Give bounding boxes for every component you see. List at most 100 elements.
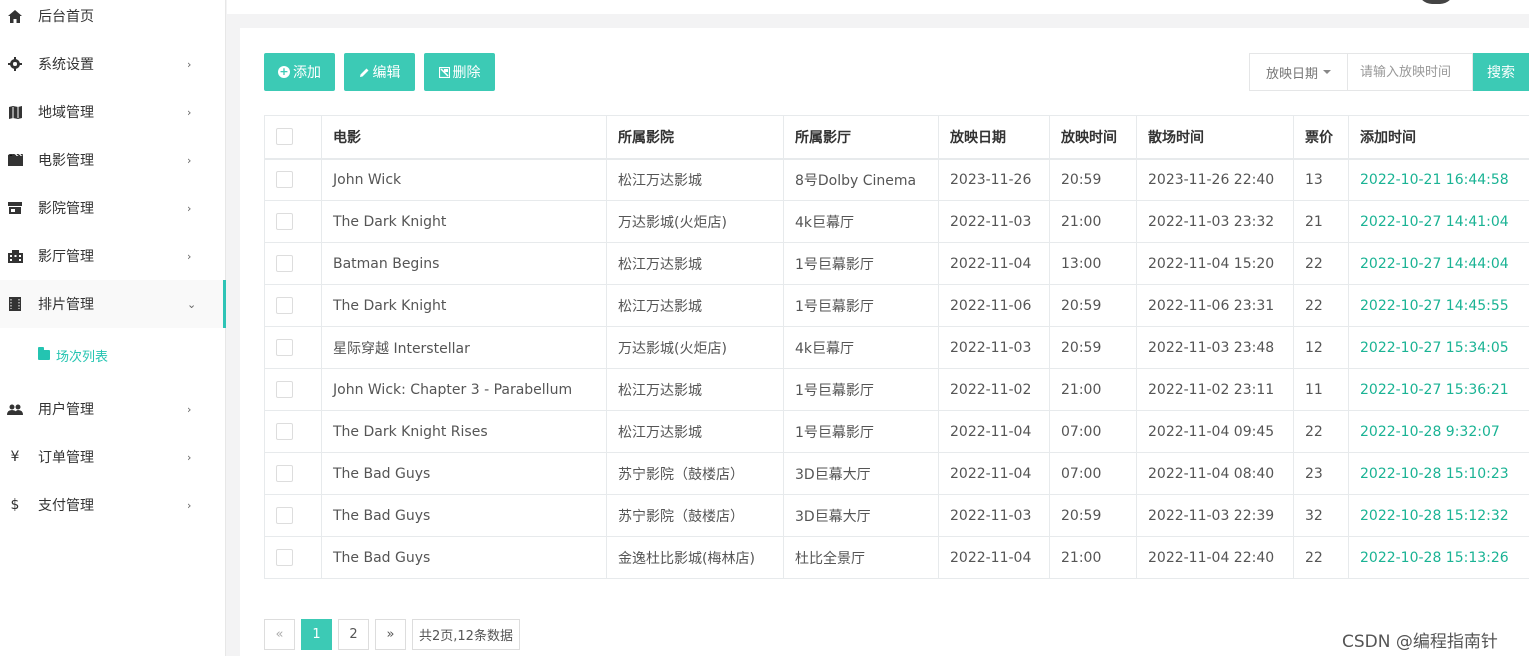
movie-cell: 星际穿越 Interstellar xyxy=(321,326,607,369)
row-checkbox[interactable] xyxy=(276,171,293,189)
sidebar-item-label: 电影管理 xyxy=(38,153,94,169)
page-2-button[interactable]: 2 xyxy=(338,619,369,650)
edit-button[interactable]: 编辑 xyxy=(344,53,415,91)
show-time-cell: 13:00 xyxy=(1049,242,1137,285)
table-row[interactable]: Batman Begins 松江万达影城 1号巨幕影厅 2022-11-04 13:00… xyxy=(264,242,1529,285)
table-row[interactable]: The Dark Knight Rises 松江万达影城 1号巨幕影厅 2022-11… xyxy=(264,410,1529,453)
sidebar-item-label: 地域管理 xyxy=(38,105,94,121)
sidebar-item-label: 排片管理 xyxy=(38,297,94,313)
row-checkbox[interactable] xyxy=(276,549,293,566)
sidebar-item-label: 影厅管理 xyxy=(38,249,94,265)
sidebar-item-hall[interactable]: 影厅管理 › xyxy=(0,232,226,280)
show-date-cell: 2023-11-26 xyxy=(938,158,1050,201)
column-header[interactable]: 电影 xyxy=(321,115,607,160)
column-header[interactable]: 所属影厅 xyxy=(783,115,939,160)
sidebar-item-home[interactable]: 后台首页 xyxy=(0,0,226,40)
edit-button-label: 编辑 xyxy=(372,65,401,81)
caret-down-icon xyxy=(1323,70,1331,74)
row-select-cell xyxy=(264,368,322,411)
prev-page-button[interactable]: « xyxy=(264,619,295,650)
table-row[interactable]: John Wick: Chapter 3 - Parabellum 松江万达影城 1… xyxy=(264,368,1529,411)
delete-button[interactable]: 删除 xyxy=(424,53,495,91)
added-time-cell: 2022-10-27 14:41:04 xyxy=(1348,200,1529,243)
row-checkbox[interactable] xyxy=(276,297,293,314)
sidebar-subitem-label: 场次列表 xyxy=(56,349,109,365)
sidebar-item-users[interactable]: 用户管理 › xyxy=(0,385,226,433)
column-header[interactable]: 添加时间 xyxy=(1348,115,1529,160)
row-checkbox[interactable] xyxy=(276,339,293,356)
next-page-button[interactable]: » xyxy=(375,619,406,650)
row-checkbox[interactable] xyxy=(276,255,293,272)
sidebar-item-payment[interactable]: $ 支付管理 › xyxy=(0,481,226,529)
show-time-cell: 20:59 xyxy=(1049,326,1137,369)
movie-cell: The Dark Knight xyxy=(321,200,607,243)
cinema-cell: 苏宁影院（鼓楼店） xyxy=(606,452,784,495)
hall-cell: 1号巨幕影厅 xyxy=(783,242,939,285)
active-indicator xyxy=(223,280,226,328)
show-time-cell: 21:00 xyxy=(1049,200,1137,243)
column-header[interactable]: 散场时间 xyxy=(1136,115,1294,160)
sidebar-item-cinema[interactable]: 影院管理 › xyxy=(0,184,226,232)
movie-cell: Batman Begins xyxy=(321,242,607,285)
show-date-cell: 2022-11-06 xyxy=(938,284,1050,327)
chevron-right-icon: › xyxy=(187,153,192,167)
pagination: « 1 2 » 共2页,12条数据 xyxy=(264,619,526,650)
table-row[interactable]: The Bad Guys 苏宁影院（鼓楼店） 3D巨幕大厅 2022-11-03 20:… xyxy=(264,494,1529,537)
sidebar-item-movie[interactable]: 电影管理 › xyxy=(0,136,226,184)
table-header-row: 电影 所属影院 所属影厅 放映日期 放映时间 散场时间 票价 添加时间 xyxy=(264,115,1529,160)
sidebar-item-system-settings[interactable]: 系统设置 › xyxy=(0,40,226,88)
row-checkbox[interactable] xyxy=(276,381,293,398)
table-row[interactable]: John Wick 松江万达影城 8号Dolby Cinema 2023-11-26 2… xyxy=(264,158,1529,201)
added-time-cell: 2022-10-21 16:44:58 xyxy=(1348,158,1529,201)
sidebar-item-schedule[interactable]: 排片管理 ⌄ xyxy=(0,280,226,328)
sidebar-item-label: 影院管理 xyxy=(38,201,94,217)
search-field-select[interactable]: 放映日期 xyxy=(1249,53,1348,91)
show-time-cell: 20:59 xyxy=(1049,284,1137,327)
table-row[interactable]: The Dark Knight 松江万达影城 1号巨幕影厅 2022-11-06 20:… xyxy=(264,284,1529,327)
search-button[interactable]: 搜索 xyxy=(1473,53,1529,91)
table-row[interactable]: The Bad Guys 金逸杜比影城(梅林店) 杜比全景厅 2022-11-04 21… xyxy=(264,536,1529,579)
column-header[interactable]: 所属影院 xyxy=(606,115,784,160)
chevron-right-icon: › xyxy=(187,201,192,215)
row-select-cell xyxy=(264,536,322,579)
chevron-right-icon: › xyxy=(187,450,192,464)
add-button[interactable]: + 添加 xyxy=(264,53,335,91)
sidebar-item-orders[interactable]: ¥ 订单管理 › xyxy=(0,433,226,481)
row-select-cell xyxy=(264,326,322,369)
table-row[interactable]: 星际穿越 Interstellar 万达影城(火炬店) 4k巨幕厅 2022-11-0… xyxy=(264,326,1529,369)
schedule-icon xyxy=(6,295,24,313)
hall-cell: 1号巨幕影厅 xyxy=(783,368,939,411)
table-row[interactable]: The Bad Guys 苏宁影院（鼓楼店） 3D巨幕大厅 2022-11-04 07:… xyxy=(264,452,1529,495)
movie-cell: The Dark Knight xyxy=(321,284,607,327)
row-checkbox[interactable] xyxy=(276,507,293,524)
delete-button-label: 删除 xyxy=(452,65,481,81)
select-all-checkbox[interactable] xyxy=(276,128,293,146)
chevron-right-icon: › xyxy=(187,249,192,263)
end-time-cell: 2022-11-04 08:40 xyxy=(1136,452,1294,495)
table-body: John Wick 松江万达影城 8号Dolby Cinema 2023-11-26 2… xyxy=(264,158,1529,579)
row-checkbox[interactable] xyxy=(276,465,293,482)
column-header[interactable]: 放映时间 xyxy=(1049,115,1137,160)
sidebar-subitem-session-list[interactable]: 场次列表 xyxy=(38,343,108,367)
row-checkbox[interactable] xyxy=(276,423,293,440)
price-cell: 22 xyxy=(1293,536,1349,579)
column-header[interactable]: 票价 xyxy=(1293,115,1349,160)
sidebar-item-region[interactable]: 地域管理 › xyxy=(0,88,226,136)
top-header xyxy=(227,0,1529,14)
chevron-right-icon: › xyxy=(187,498,192,512)
cinema-cell: 松江万达影城 xyxy=(606,284,784,327)
end-time-cell: 2022-11-04 22:40 xyxy=(1136,536,1294,579)
movie-cell: The Dark Knight Rises xyxy=(321,410,607,453)
end-time-cell: 2023-11-26 22:40 xyxy=(1136,158,1294,201)
movie-cell: John Wick xyxy=(321,158,607,201)
added-time-cell: 2022-10-28 15:13:26 xyxy=(1348,536,1529,579)
hall-cell: 杜比全景厅 xyxy=(783,536,939,579)
column-header[interactable]: 放映日期 xyxy=(938,115,1050,160)
sidebar-item-label: 订单管理 xyxy=(38,450,94,466)
price-cell: 21 xyxy=(1293,200,1349,243)
added-time-cell: 2022-10-27 15:36:21 xyxy=(1348,368,1529,411)
table-row[interactable]: The Dark Knight 万达影城(火炬店) 4k巨幕厅 2022-11-03 2… xyxy=(264,200,1529,243)
page-1-button[interactable]: 1 xyxy=(301,619,332,650)
search-input[interactable] xyxy=(1348,53,1473,91)
row-checkbox[interactable] xyxy=(276,213,293,230)
